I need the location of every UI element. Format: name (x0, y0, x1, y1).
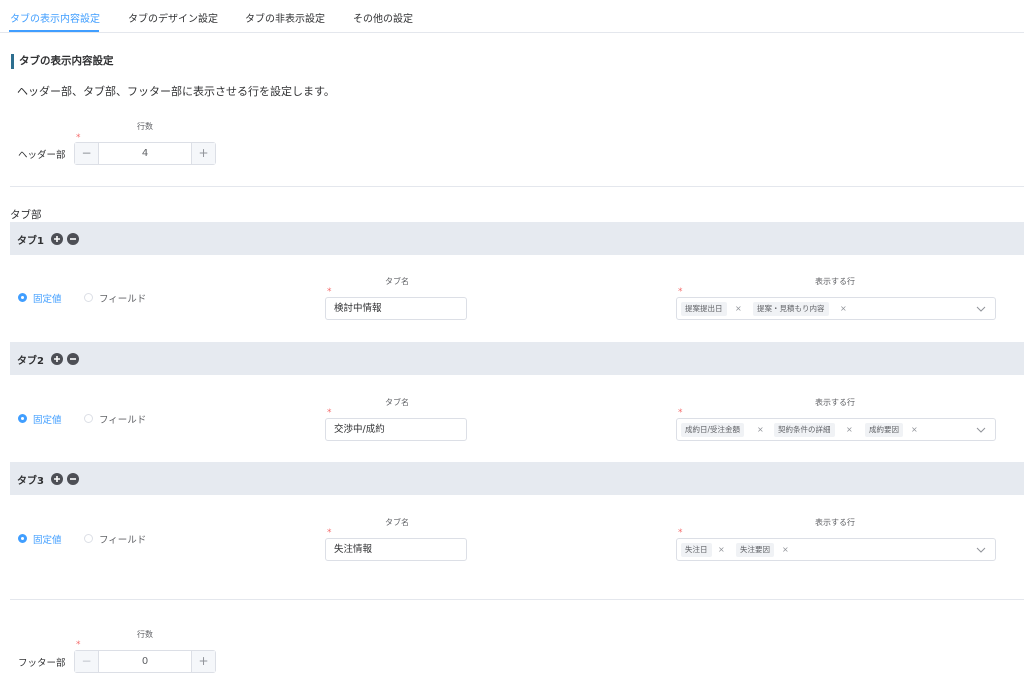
chip: 成約要因 (865, 423, 903, 437)
chip-remove-icon[interactable]: × (911, 423, 918, 437)
radio-field[interactable] (84, 293, 93, 302)
display-rows-label: 表示する行 (815, 518, 855, 527)
radio-fixed-label[interactable]: 固定値 (33, 291, 62, 305)
remove-icon[interactable] (67, 353, 79, 365)
radio-field-label[interactable]: フィールド (99, 412, 146, 426)
tab-name-label: タブ名 (385, 398, 409, 407)
tab-section-title: タブ部 (10, 209, 42, 221)
decrement-button[interactable]: − (75, 651, 99, 672)
chip: 契約条件の詳細 (774, 423, 835, 437)
chip: 失注日 (681, 543, 712, 557)
chip: 提案・見積もり内容 (753, 302, 829, 316)
chip-remove-icon[interactable]: × (757, 423, 764, 437)
radio-fixed[interactable] (18, 414, 27, 423)
section-description: ヘッダー部、タブ部、フッター部に表示させる行を設定します。 (17, 85, 335, 98)
radio-fixed[interactable] (18, 534, 27, 543)
required-mark: * (76, 640, 81, 650)
footer-row-count-label: 行数 (137, 630, 153, 639)
footer-label: フッター部 (18, 658, 66, 669)
footer-row-count-value[interactable]: 0 (99, 651, 191, 672)
tab-name-label: タブ名 (385, 518, 409, 527)
chip: 提案提出日 (681, 302, 727, 316)
tab-name-input[interactable]: 検討中情報 (325, 297, 467, 320)
header-row-count-label: 行数 (137, 122, 153, 131)
display-rows-select[interactable]: 失注日 × 失注要因 × (676, 538, 996, 561)
add-icon[interactable] (51, 233, 63, 245)
header-row-count-value[interactable]: 4 (99, 143, 191, 164)
chevron-down-icon (976, 427, 986, 433)
decrement-button[interactable]: − (75, 143, 99, 164)
tab-name-input[interactable]: 交渉中/成約 (325, 418, 467, 441)
chevron-down-icon (976, 306, 986, 312)
chip-remove-icon[interactable]: × (718, 543, 725, 557)
header-label: ヘッダー部 (18, 150, 66, 161)
tab-item-label: タブ2 (17, 356, 44, 367)
chip: 成約日/受注金額 (681, 423, 745, 437)
radio-field-label[interactable]: フィールド (99, 291, 146, 305)
chip: 失注要因 (736, 543, 774, 557)
tab-name-label: タブ名 (385, 277, 409, 286)
settings-tab-bar: タブの表示内容設定 タブのデザイン設定 タブの非表示設定 その他の設定 (0, 0, 1024, 33)
required-mark: * (678, 528, 683, 538)
header-row-stepper[interactable]: − 4 + (74, 142, 216, 165)
required-mark: * (327, 287, 332, 297)
display-rows-select[interactable]: 提案提出日 × 提案・見積もり内容 × (676, 297, 996, 320)
increment-button[interactable]: + (191, 651, 215, 672)
remove-icon[interactable] (67, 233, 79, 245)
radio-field[interactable] (84, 534, 93, 543)
chip-remove-icon[interactable]: × (846, 423, 853, 437)
chip-remove-icon[interactable]: × (782, 543, 789, 557)
radio-fixed[interactable] (18, 293, 27, 302)
required-mark: * (678, 408, 683, 418)
tab-item-header: タブ2 (10, 342, 1024, 375)
display-rows-label: 表示する行 (815, 277, 855, 286)
active-tab-indicator (9, 30, 99, 32)
footer-row-stepper[interactable]: − 0 + (74, 650, 216, 673)
chevron-down-icon (976, 547, 986, 553)
divider (10, 599, 1024, 600)
increment-button[interactable]: + (191, 143, 215, 164)
tab-name-input[interactable]: 失注情報 (325, 538, 467, 561)
required-mark: * (327, 408, 332, 418)
tab-hidden[interactable]: タブの非表示設定 (245, 10, 325, 25)
chip-remove-icon[interactable]: × (735, 302, 742, 316)
chip-remove-icon[interactable]: × (840, 302, 847, 316)
tab-item-label: タブ1 (17, 236, 44, 247)
tab-other[interactable]: その他の設定 (353, 10, 413, 25)
display-rows-select[interactable]: 成約日/受注金額 × 契約条件の詳細 × 成約要因 × (676, 418, 996, 441)
divider (10, 186, 1024, 187)
radio-field[interactable] (84, 414, 93, 423)
tab-display-content[interactable]: タブの表示内容設定 (10, 10, 100, 25)
tab-item-header: タブ3 (10, 462, 1024, 495)
section-title: タブの表示内容設定 (11, 54, 114, 69)
required-mark: * (678, 287, 683, 297)
radio-fixed-label[interactable]: 固定値 (33, 412, 62, 426)
tab-design[interactable]: タブのデザイン設定 (128, 10, 218, 25)
radio-fixed-label[interactable]: 固定値 (33, 532, 62, 546)
radio-field-label[interactable]: フィールド (99, 532, 146, 546)
add-icon[interactable] (51, 473, 63, 485)
remove-icon[interactable] (67, 473, 79, 485)
tab-item-header: タブ1 (10, 222, 1024, 255)
add-icon[interactable] (51, 353, 63, 365)
tab-item-label: タブ3 (17, 476, 44, 487)
required-mark: * (327, 528, 332, 538)
display-rows-label: 表示する行 (815, 398, 855, 407)
